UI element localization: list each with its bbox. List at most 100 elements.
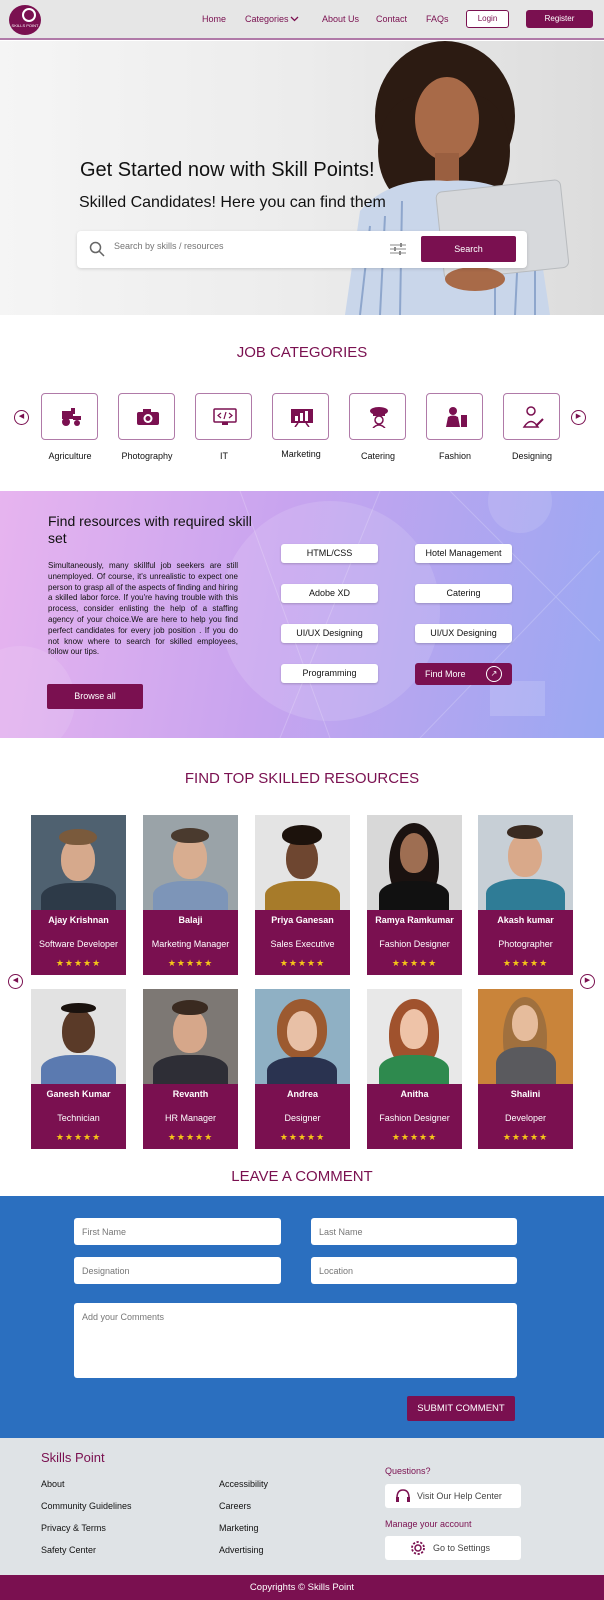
arrow-up-right-icon: ↗ [486, 666, 502, 682]
resources-prev-arrow-icon[interactable]: ◀ [8, 974, 23, 989]
find-more-button[interactable]: Find More ↗ [415, 663, 512, 685]
skill-tag[interactable]: HTML/CSS [281, 544, 378, 563]
resource-role: Designer [284, 1113, 321, 1123]
resource-name: Balaji [178, 915, 203, 925]
resource-name: Andrea [286, 1089, 318, 1099]
copyright-bar: Copyrights © Skills Point [0, 1575, 604, 1600]
resource-card[interactable]: Ramya Ramkumar Fashion Designer ★★★★★ [367, 815, 462, 975]
footer-link-guidelines[interactable]: Community Guidelines [41, 1501, 132, 1511]
location-field[interactable]: Location [311, 1257, 517, 1284]
resource-card[interactable]: Akash kumar Photographer ★★★★★ [478, 815, 573, 975]
resource-card[interactable]: Anitha Fashion Designer ★★★★★ [367, 989, 462, 1149]
job-categories-title: JOB CATEGORIES [236, 344, 368, 361]
search-input[interactable] [114, 241, 364, 251]
category-label: IT [220, 451, 228, 461]
go-to-settings-button[interactable]: Go to Settings [385, 1536, 521, 1560]
resource-name: Ramya Ramkumar [375, 915, 454, 925]
avatar [143, 989, 238, 1084]
avatar [31, 989, 126, 1084]
browse-all-button[interactable]: Browse all [47, 684, 143, 709]
category-catering[interactable] [349, 393, 406, 440]
logo-text: SKILLS POINT [11, 23, 39, 28]
rating-stars-icon: ★★★★★ [167, 1132, 214, 1142]
comments-textarea[interactable]: Add your Comments [74, 1303, 517, 1378]
help-center-label: Visit Our Help Center [417, 1491, 502, 1501]
nav-home[interactable]: Home [202, 14, 226, 24]
login-button[interactable]: Login [466, 10, 509, 28]
last-name-field[interactable]: Last Name [311, 1218, 517, 1245]
filter-sliders-icon[interactable] [390, 242, 406, 256]
resources-next-arrow-icon[interactable]: ▶ [580, 974, 595, 989]
category-it[interactable] [195, 393, 252, 440]
submit-comment-button[interactable]: SUBMIT COMMENT [407, 1396, 515, 1421]
resource-card[interactable]: Priya Ganesan Sales Executive ★★★★★ [255, 815, 350, 975]
resource-role: Fashion Designer [379, 939, 450, 949]
category-agriculture[interactable] [41, 393, 98, 440]
skill-tag[interactable]: Programming [281, 664, 378, 683]
footer-link-advertising[interactable]: Advertising [219, 1545, 264, 1555]
first-name-field[interactable]: First Name [74, 1218, 281, 1245]
monitor-code-icon [213, 408, 237, 425]
chart-board-icon [291, 409, 313, 427]
avatar [143, 815, 238, 910]
resource-role: Fashion Designer [379, 1113, 450, 1123]
skill-tag[interactable]: Catering [415, 584, 512, 603]
resource-role: Technician [57, 1113, 100, 1123]
avatar [478, 989, 573, 1084]
nav-about[interactable]: About Us [322, 14, 359, 24]
skill-tag[interactable]: UI/UX Designing [281, 624, 378, 643]
rating-stars-icon: ★★★★★ [279, 1132, 326, 1142]
skill-tag[interactable]: UI/UX Designing [415, 624, 512, 643]
resource-card[interactable]: Andrea Designer ★★★★★ [255, 989, 350, 1149]
resource-role: Sales Executive [270, 939, 335, 949]
resource-card[interactable]: Balaji Marketing Manager ★★★★★ [143, 815, 238, 975]
footer-link-accessibility[interactable]: Accessibility [219, 1479, 268, 1489]
skill-tag[interactable]: Adobe XD [281, 584, 378, 603]
register-button[interactable]: Register [526, 10, 593, 28]
find-more-label: Find More [425, 669, 466, 679]
avatar [31, 815, 126, 910]
designation-field[interactable]: Designation [74, 1257, 281, 1284]
category-photography[interactable] [118, 393, 175, 440]
rating-stars-icon: ★★★★★ [502, 958, 549, 968]
chevron-down-icon[interactable] [290, 16, 299, 22]
footer-link-careers[interactable]: Careers [219, 1501, 251, 1511]
footer-link-privacy[interactable]: Privacy & Terms [41, 1523, 106, 1533]
resource-name: Akash kumar [497, 915, 554, 925]
resources-section: Find resources with required skill set S… [0, 491, 604, 738]
resource-role: HR Manager [164, 1113, 217, 1123]
category-designing[interactable] [503, 393, 560, 440]
avatar [255, 815, 350, 910]
nav-faqs[interactable]: FAQs [426, 14, 449, 24]
gear-icon [411, 1541, 425, 1555]
resource-card[interactable]: Ajay Krishnan Software Developer ★★★★★ [31, 815, 126, 975]
camera-icon [137, 409, 159, 425]
rating-stars-icon: ★★★★★ [391, 958, 438, 968]
resource-card[interactable]: Revanth HR Manager ★★★★★ [143, 989, 238, 1149]
nav-contact[interactable]: Contact [376, 14, 407, 24]
manage-account-label: Manage your account [385, 1519, 472, 1529]
comment-title: LEAVE A COMMENT [231, 1168, 373, 1185]
logo[interactable]: SKILLS POINT [9, 5, 41, 35]
category-fashion[interactable] [426, 393, 483, 440]
resource-card[interactable]: Shalini Developer ★★★★★ [478, 989, 573, 1149]
resource-name: Revanth [172, 1089, 209, 1099]
skill-tag[interactable]: Hotel Management [415, 544, 512, 563]
help-center-button[interactable]: Visit Our Help Center [385, 1484, 521, 1508]
footer-link-marketing[interactable]: Marketing [219, 1523, 259, 1533]
avatar [367, 815, 462, 910]
nav-categories[interactable]: Categories [245, 14, 289, 24]
top-navbar: SKILLS POINT Home Categories About Us Co… [0, 0, 604, 40]
resource-name: Ganesh Kumar [46, 1089, 111, 1099]
category-marketing[interactable] [272, 393, 329, 440]
comment-form: First Name Last Name Designation Locatio… [0, 1196, 604, 1438]
footer-link-safety[interactable]: Safety Center [41, 1545, 96, 1555]
category-label: Designing [511, 451, 553, 461]
categories-next-arrow-icon[interactable]: ▶ [571, 410, 586, 425]
categories-prev-arrow-icon[interactable]: ◀ [14, 410, 29, 425]
search-button[interactable]: Search [421, 236, 516, 262]
resource-card[interactable]: Ganesh Kumar Technician ★★★★★ [31, 989, 126, 1149]
footer-brand: Skills Point [41, 1450, 105, 1465]
footer-link-about[interactable]: About [41, 1479, 65, 1489]
designer-icon [522, 406, 544, 428]
